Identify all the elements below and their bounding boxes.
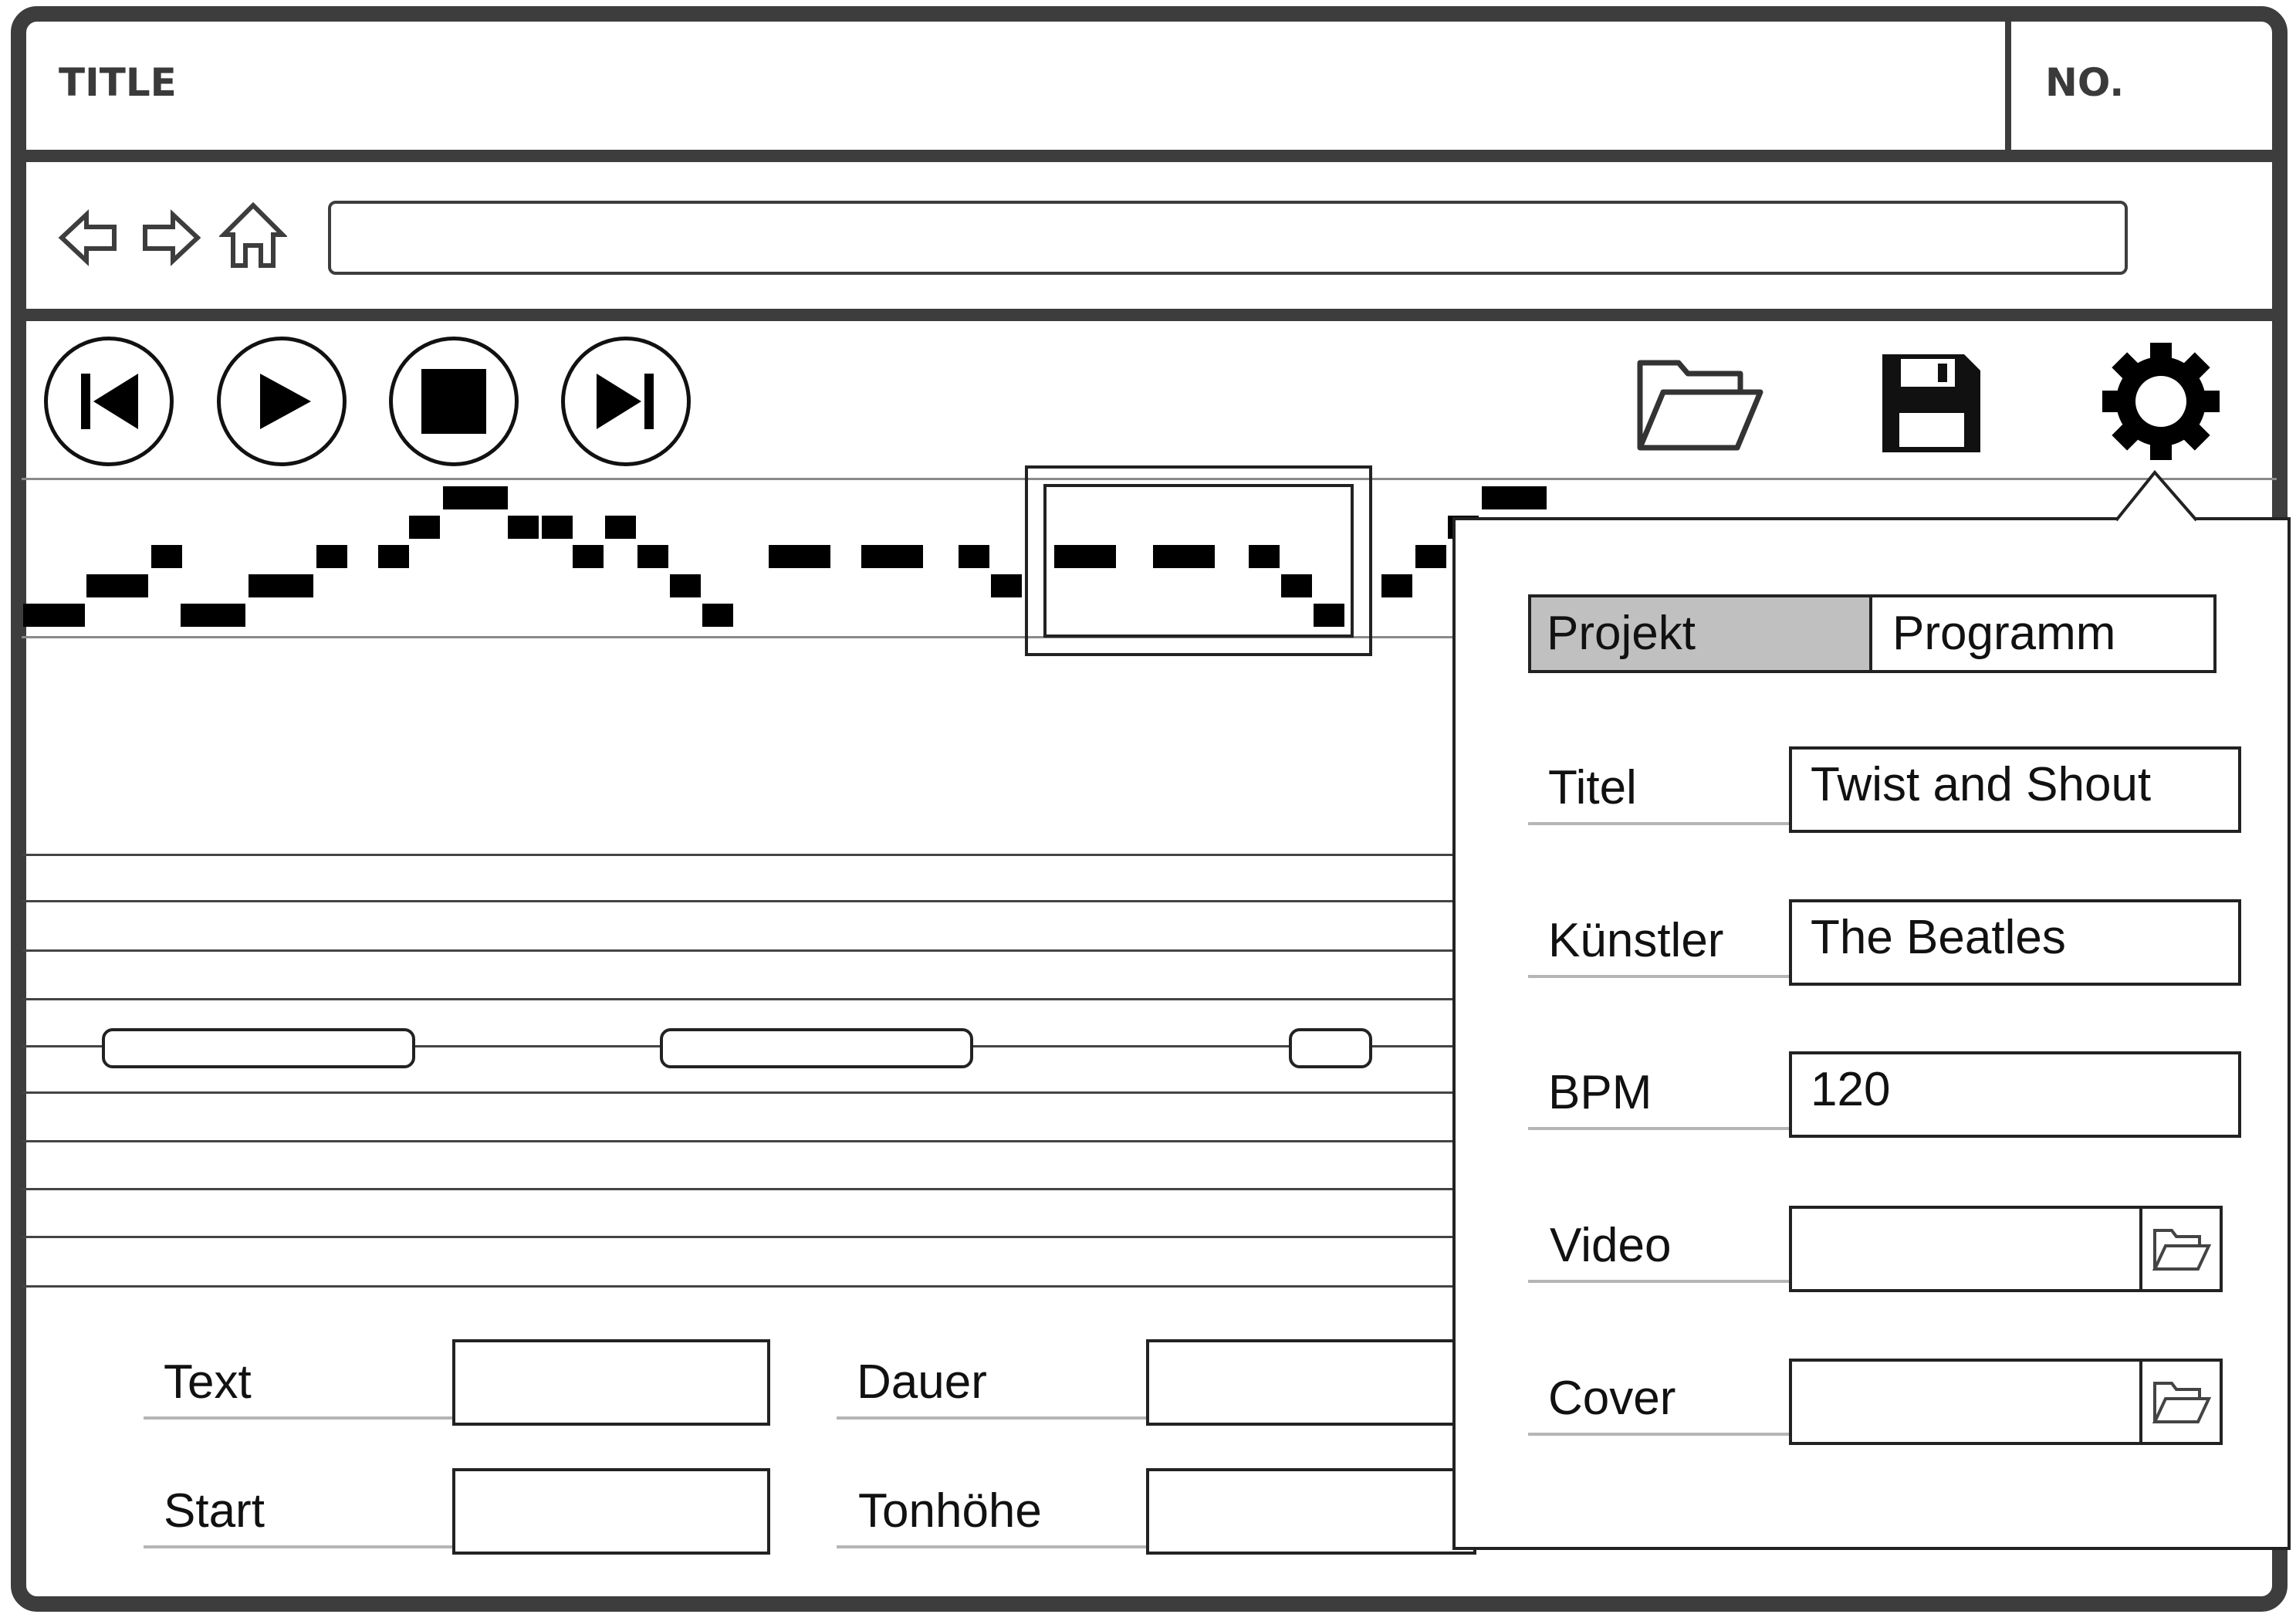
pitch-note[interactable] <box>959 545 989 568</box>
staff-line <box>22 1188 1457 1190</box>
note-bar[interactable] <box>1289 1028 1372 1068</box>
pitch-note[interactable] <box>316 545 347 568</box>
title-input[interactable]: Twist and Shout <box>1789 746 2241 833</box>
window-title: TITLE <box>59 60 177 105</box>
selection-inner-frame <box>1043 484 1354 638</box>
pitch-note[interactable] <box>542 516 573 539</box>
cover-browse-button[interactable] <box>2139 1362 2220 1442</box>
note-bar[interactable] <box>660 1028 973 1068</box>
staff-line <box>22 1236 1457 1238</box>
title-label-underline <box>1528 822 1792 825</box>
pitch-note[interactable] <box>181 604 245 627</box>
pitch-note[interactable] <box>670 574 701 597</box>
nav-divider <box>22 309 2277 321</box>
video-label-underline <box>1528 1280 1792 1283</box>
gear-icon[interactable] <box>2099 340 2223 467</box>
skip-forward-icon <box>597 374 654 429</box>
artist-label-underline <box>1528 975 1792 978</box>
pitch-note[interactable] <box>508 516 539 539</box>
duration-label-underline <box>837 1416 1148 1420</box>
save-icon[interactable] <box>1879 351 1983 459</box>
pitch-note[interactable] <box>605 516 636 539</box>
play-icon <box>260 374 311 429</box>
tab-projekt[interactable]: Projekt <box>1528 594 1872 673</box>
skip-back-button[interactable] <box>44 337 174 466</box>
staff-line <box>22 854 1457 856</box>
pitch-label: Tonhöhe <box>858 1484 1042 1538</box>
pitch-note[interactable] <box>249 574 313 597</box>
folder-open-icon <box>2152 1382 2212 1423</box>
popup-pointer <box>2116 469 2198 522</box>
pitch-note[interactable] <box>1381 574 1412 597</box>
arrow-right-icon[interactable] <box>140 207 202 269</box>
staff-line <box>22 1140 1457 1142</box>
start-label-underline <box>144 1545 454 1548</box>
artist-label: Künstler <box>1548 914 1724 967</box>
address-bar[interactable] <box>328 201 2128 275</box>
play-button[interactable] <box>217 337 347 466</box>
pitch-label-underline <box>837 1545 1148 1548</box>
title-number-divider <box>2005 17 2011 156</box>
start-label: Start <box>164 1484 265 1538</box>
staff-line <box>22 1091 1457 1094</box>
pitch-note[interactable] <box>991 574 1022 597</box>
bpm-input[interactable]: 120 <box>1789 1051 2241 1138</box>
artist-input[interactable]: The Beatles <box>1789 899 2241 986</box>
cover-label: Cover <box>1548 1372 1676 1425</box>
staff-line <box>22 900 1457 902</box>
pitch-note[interactable] <box>151 545 182 568</box>
folder-open-icon[interactable] <box>1632 347 1763 459</box>
text-label-underline <box>144 1416 454 1420</box>
folder-open-icon <box>2152 1229 2212 1271</box>
video-browse-button[interactable] <box>2139 1209 2220 1289</box>
video-field <box>1789 1206 2223 1292</box>
stop-icon <box>421 369 486 434</box>
text-input[interactable] <box>452 1339 770 1426</box>
pitch-note[interactable] <box>573 545 604 568</box>
pitch-note[interactable] <box>1482 486 1547 509</box>
cover-field <box>1789 1359 2223 1445</box>
skip-back-icon <box>81 374 138 429</box>
staff-line <box>22 1285 1457 1288</box>
arrow-left-icon[interactable] <box>57 207 119 269</box>
pitch-note[interactable] <box>861 545 923 568</box>
note-bar[interactable] <box>102 1028 415 1068</box>
pitch-note[interactable] <box>702 604 733 627</box>
cover-label-underline <box>1528 1433 1792 1436</box>
title-divider <box>22 150 2277 162</box>
duration-input[interactable] <box>1146 1339 1476 1426</box>
bpm-label: BPM <box>1548 1066 1652 1119</box>
bpm-label-underline <box>1528 1127 1792 1130</box>
pitch-note[interactable] <box>23 604 54 627</box>
tab-programm[interactable]: Programm <box>1869 594 2217 673</box>
start-input[interactable] <box>452 1468 770 1555</box>
duration-label: Dauer <box>857 1355 987 1409</box>
pitch-note[interactable] <box>378 545 409 568</box>
pitch-note[interactable] <box>409 516 440 539</box>
pitch-note[interactable] <box>1415 545 1446 568</box>
pitch-note[interactable] <box>54 604 85 627</box>
pitch-note[interactable] <box>769 545 830 568</box>
staff-line <box>22 998 1457 1000</box>
video-label: Video <box>1550 1219 1672 1272</box>
pitch-input[interactable] <box>1146 1468 1476 1555</box>
pitch-note[interactable] <box>443 486 508 509</box>
staff-line <box>22 949 1457 952</box>
pitch-note[interactable] <box>117 574 148 597</box>
title-label: Titel <box>1548 761 1637 814</box>
text-label: Text <box>164 1355 252 1409</box>
skip-forward-button[interactable] <box>561 337 691 466</box>
stop-button[interactable] <box>389 337 519 466</box>
home-icon[interactable] <box>219 201 287 270</box>
selection-frame[interactable] <box>1025 465 1372 656</box>
window-number: NO. <box>2045 60 2125 105</box>
pitch-note[interactable] <box>637 545 668 568</box>
pitch-note[interactable] <box>86 574 117 597</box>
